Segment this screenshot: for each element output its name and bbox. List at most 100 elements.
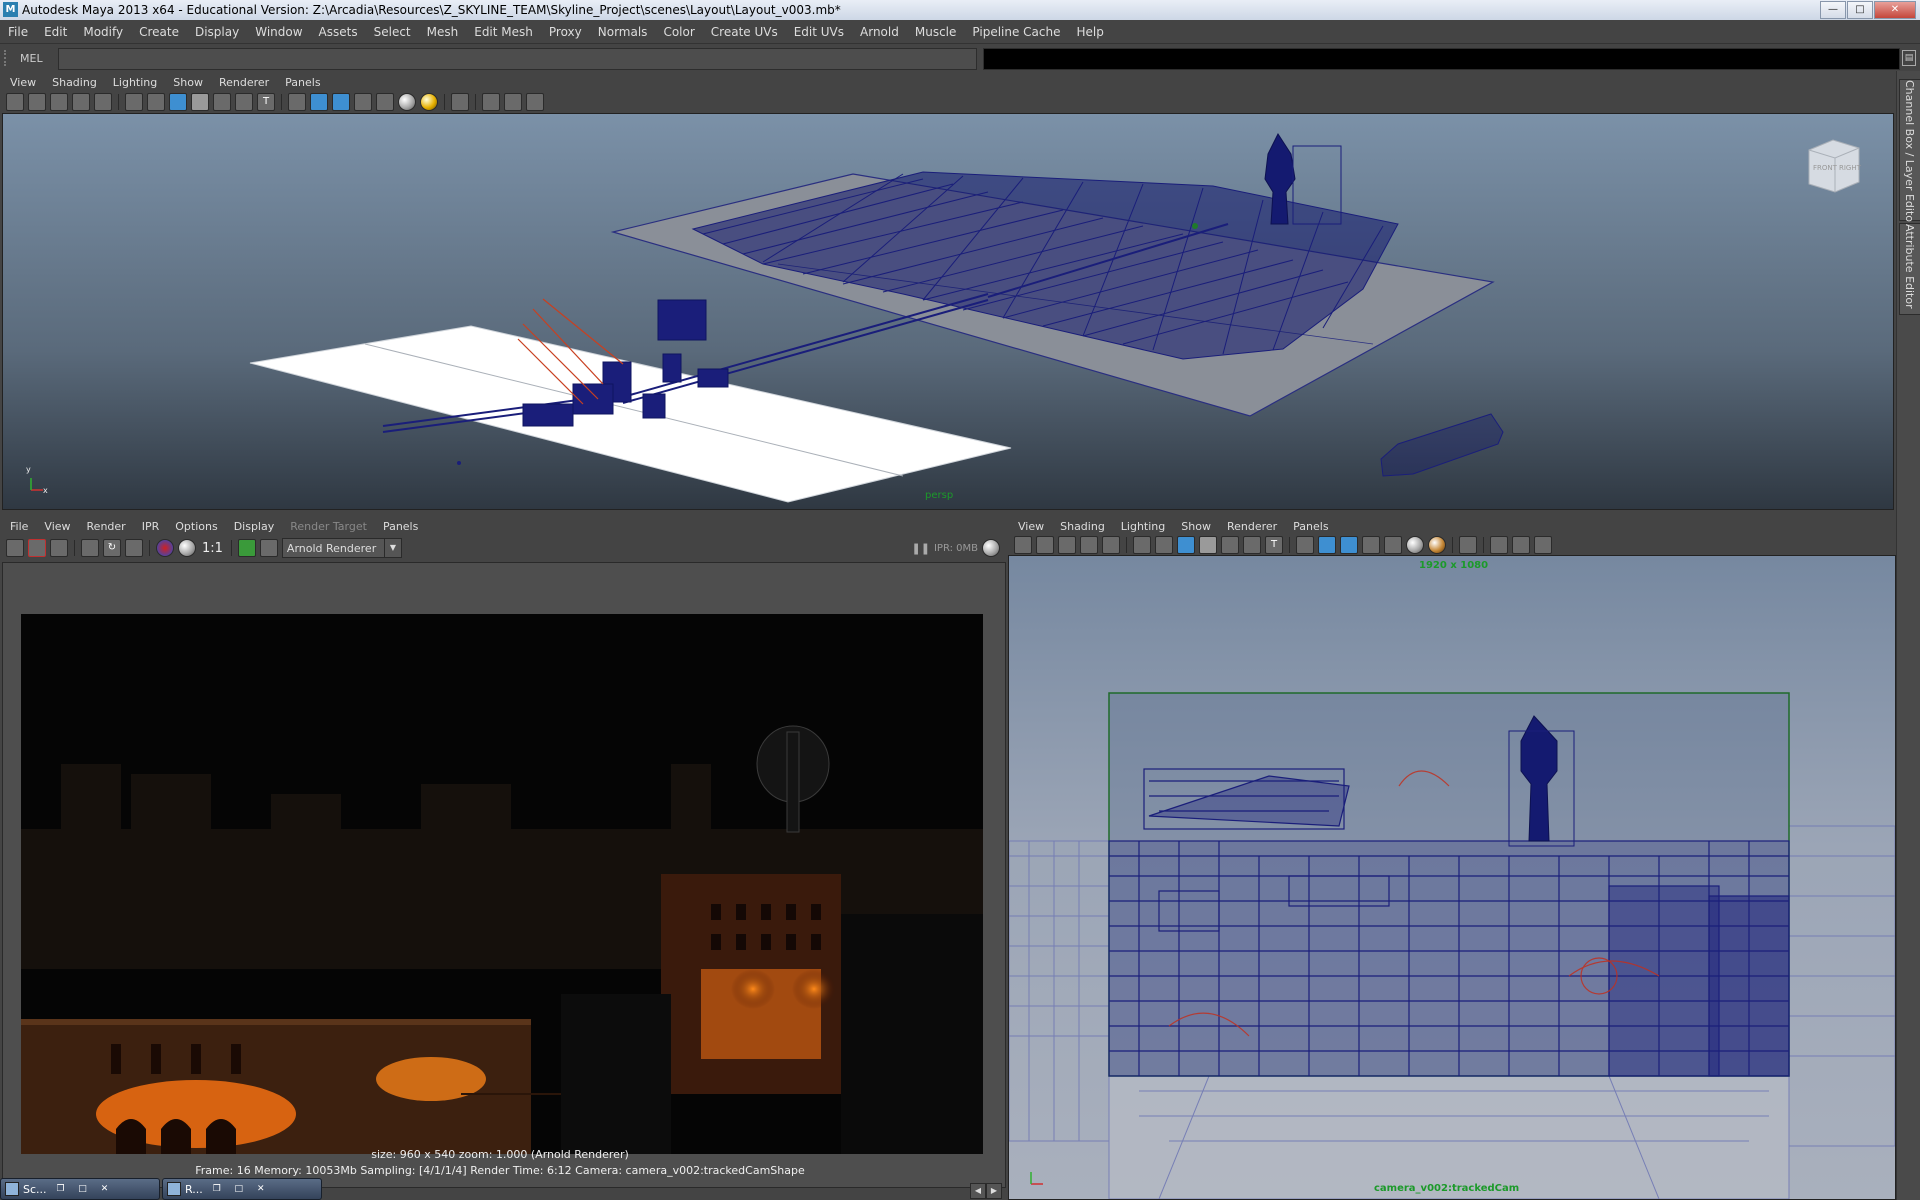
maximize-icon[interactable]: □ — [75, 1182, 91, 1196]
image-plane-icon[interactable] — [72, 93, 90, 111]
wireframe-icon[interactable] — [288, 93, 306, 111]
cam-xray-icon[interactable] — [1490, 536, 1508, 554]
xray-components-icon[interactable] — [526, 93, 544, 111]
cam-image-plane-icon[interactable] — [1080, 536, 1098, 554]
menu-arnold[interactable]: Arnold — [852, 25, 907, 39]
film-gate-icon[interactable] — [147, 93, 165, 111]
tab-attribute-editor[interactable]: Attribute Editor — [1899, 223, 1920, 315]
menu-edit-mesh[interactable]: Edit Mesh — [466, 25, 541, 39]
cam-textured-icon[interactable] — [1362, 536, 1380, 554]
safe-title-icon[interactable]: T — [257, 93, 275, 111]
restore-icon[interactable]: ❐ — [53, 1182, 69, 1196]
render-menu-options[interactable]: Options — [167, 520, 225, 533]
alpha-channel-icon[interactable] — [178, 539, 196, 557]
renderer-dropdown[interactable]: Arnold Renderer ▼ — [281, 538, 402, 558]
cam-wireframe-on-shaded-icon[interactable] — [1340, 536, 1358, 554]
render-menu-ipr[interactable]: IPR — [134, 520, 168, 533]
isolate-select-icon[interactable] — [451, 93, 469, 111]
menu-muscle[interactable]: Muscle — [907, 25, 965, 39]
menu-normals[interactable]: Normals — [590, 25, 656, 39]
minimized-window-render[interactable]: R... ❐ □ ✕ — [162, 1178, 322, 1200]
menu-mesh[interactable]: Mesh — [419, 25, 467, 39]
cam-xray-components-icon[interactable] — [1534, 536, 1552, 554]
real-size-button[interactable]: 1:1 — [202, 541, 223, 556]
cam-shadows-icon[interactable] — [1406, 536, 1424, 554]
minimize-button[interactable]: — — [1820, 1, 1846, 19]
menu-file[interactable]: File — [0, 25, 36, 39]
xray-icon[interactable] — [482, 93, 500, 111]
cam-film-gate-icon[interactable] — [1155, 536, 1173, 554]
drag-handle-icon[interactable] — [4, 50, 12, 66]
cam-menu-lighting[interactable]: Lighting — [1113, 520, 1173, 533]
menu-pipeline-cache[interactable]: Pipeline Cache — [964, 25, 1068, 39]
grease-pencil-icon[interactable] — [94, 93, 112, 111]
cam-isolate-select-icon[interactable] — [1459, 536, 1477, 554]
cam-attributes-icon[interactable] — [1036, 536, 1054, 554]
refresh-ipr-icon[interactable]: ↻ — [103, 539, 121, 557]
resolution-gate-icon[interactable] — [169, 93, 187, 111]
render-region-icon[interactable] — [28, 539, 46, 557]
rgb-channels-icon[interactable] — [156, 539, 174, 557]
menu-modify[interactable]: Modify — [75, 25, 131, 39]
tab-channel-box[interactable]: Channel Box / Layer Editor — [1899, 79, 1920, 227]
wireframe-on-shaded-icon[interactable] — [332, 93, 350, 111]
remove-image-icon[interactable] — [259, 539, 278, 557]
keep-image-icon[interactable] — [237, 539, 256, 557]
cam-resolution-gate-icon[interactable] — [1177, 536, 1195, 554]
render-canvas[interactable] — [2, 562, 1006, 1188]
cam-menu-show[interactable]: Show — [1173, 520, 1219, 533]
cam-grease-pencil-icon[interactable] — [1102, 536, 1120, 554]
mel-command-input[interactable] — [58, 48, 977, 70]
render-menu-panels[interactable]: Panels — [375, 520, 426, 533]
restore-icon[interactable]: ❐ — [209, 1182, 225, 1196]
persp-menu-lighting[interactable]: Lighting — [105, 76, 165, 89]
maya-app-icon[interactable]: M — [3, 2, 18, 17]
render-menu-file[interactable]: File — [2, 520, 36, 533]
high-quality-icon[interactable] — [420, 93, 438, 111]
ipr-render-icon[interactable] — [81, 539, 99, 557]
viewcube-icon[interactable]: FRONT RIGHT — [1803, 138, 1863, 194]
render-settings-icon[interactable] — [125, 539, 143, 557]
persp-menu-shading[interactable]: Shading — [44, 76, 105, 89]
cam-gate-mask-icon[interactable] — [1199, 536, 1217, 554]
cam-xray-joints-icon[interactable] — [1512, 536, 1530, 554]
cam-lights-icon[interactable] — [1384, 536, 1402, 554]
close-icon[interactable]: ✕ — [253, 1182, 269, 1196]
menu-assets[interactable]: Assets — [311, 25, 366, 39]
persp-menu-renderer[interactable]: Renderer — [211, 76, 277, 89]
cam-field-chart-icon[interactable] — [1221, 536, 1239, 554]
render-menu-view[interactable]: View — [36, 520, 78, 533]
cam-bookmarks-icon[interactable] — [1058, 536, 1076, 554]
menu-create[interactable]: Create — [131, 25, 187, 39]
persp-viewport[interactable]: x y persp FRONT RIGHT — [2, 113, 1894, 510]
camera-viewport[interactable]: 1920 x 1080 camera_v002:trackedCam — [1008, 555, 1896, 1200]
cam-menu-panels[interactable]: Panels — [1285, 520, 1336, 533]
menu-create-uvs[interactable]: Create UVs — [703, 25, 786, 39]
render-menu-render[interactable]: Render — [79, 520, 134, 533]
cam-smooth-shade-icon[interactable] — [1318, 536, 1336, 554]
close-button[interactable]: ✕ — [1874, 1, 1916, 19]
persp-menu-view[interactable]: View — [2, 76, 44, 89]
menu-display[interactable]: Display — [187, 25, 247, 39]
cam-safe-title-icon[interactable]: T — [1265, 536, 1283, 554]
smooth-shade-icon[interactable] — [310, 93, 328, 111]
grid-icon[interactable] — [125, 93, 143, 111]
menu-edit-uvs[interactable]: Edit UVs — [786, 25, 852, 39]
menu-window[interactable]: Window — [247, 25, 310, 39]
bookmarks-icon[interactable] — [50, 93, 68, 111]
persp-menu-panels[interactable]: Panels — [277, 76, 328, 89]
cam-menu-view[interactable]: View — [1010, 520, 1052, 533]
lights-icon[interactable] — [376, 93, 394, 111]
pause-icon[interactable]: ❚❚ — [912, 542, 930, 555]
maximize-button[interactable]: □ — [1847, 1, 1873, 19]
script-editor-icon[interactable]: ▤ — [1902, 50, 1916, 66]
cam-menu-renderer[interactable]: Renderer — [1219, 520, 1285, 533]
cam-wireframe-icon[interactable] — [1296, 536, 1314, 554]
safe-action-icon[interactable] — [235, 93, 253, 111]
cam-select-camera-icon[interactable] — [1014, 536, 1032, 554]
field-chart-icon[interactable] — [213, 93, 231, 111]
gate-mask-icon[interactable] — [191, 93, 209, 111]
xray-joints-icon[interactable] — [504, 93, 522, 111]
script-language-toggle[interactable]: MEL — [20, 52, 43, 65]
cam-menu-shading[interactable]: Shading — [1052, 520, 1113, 533]
